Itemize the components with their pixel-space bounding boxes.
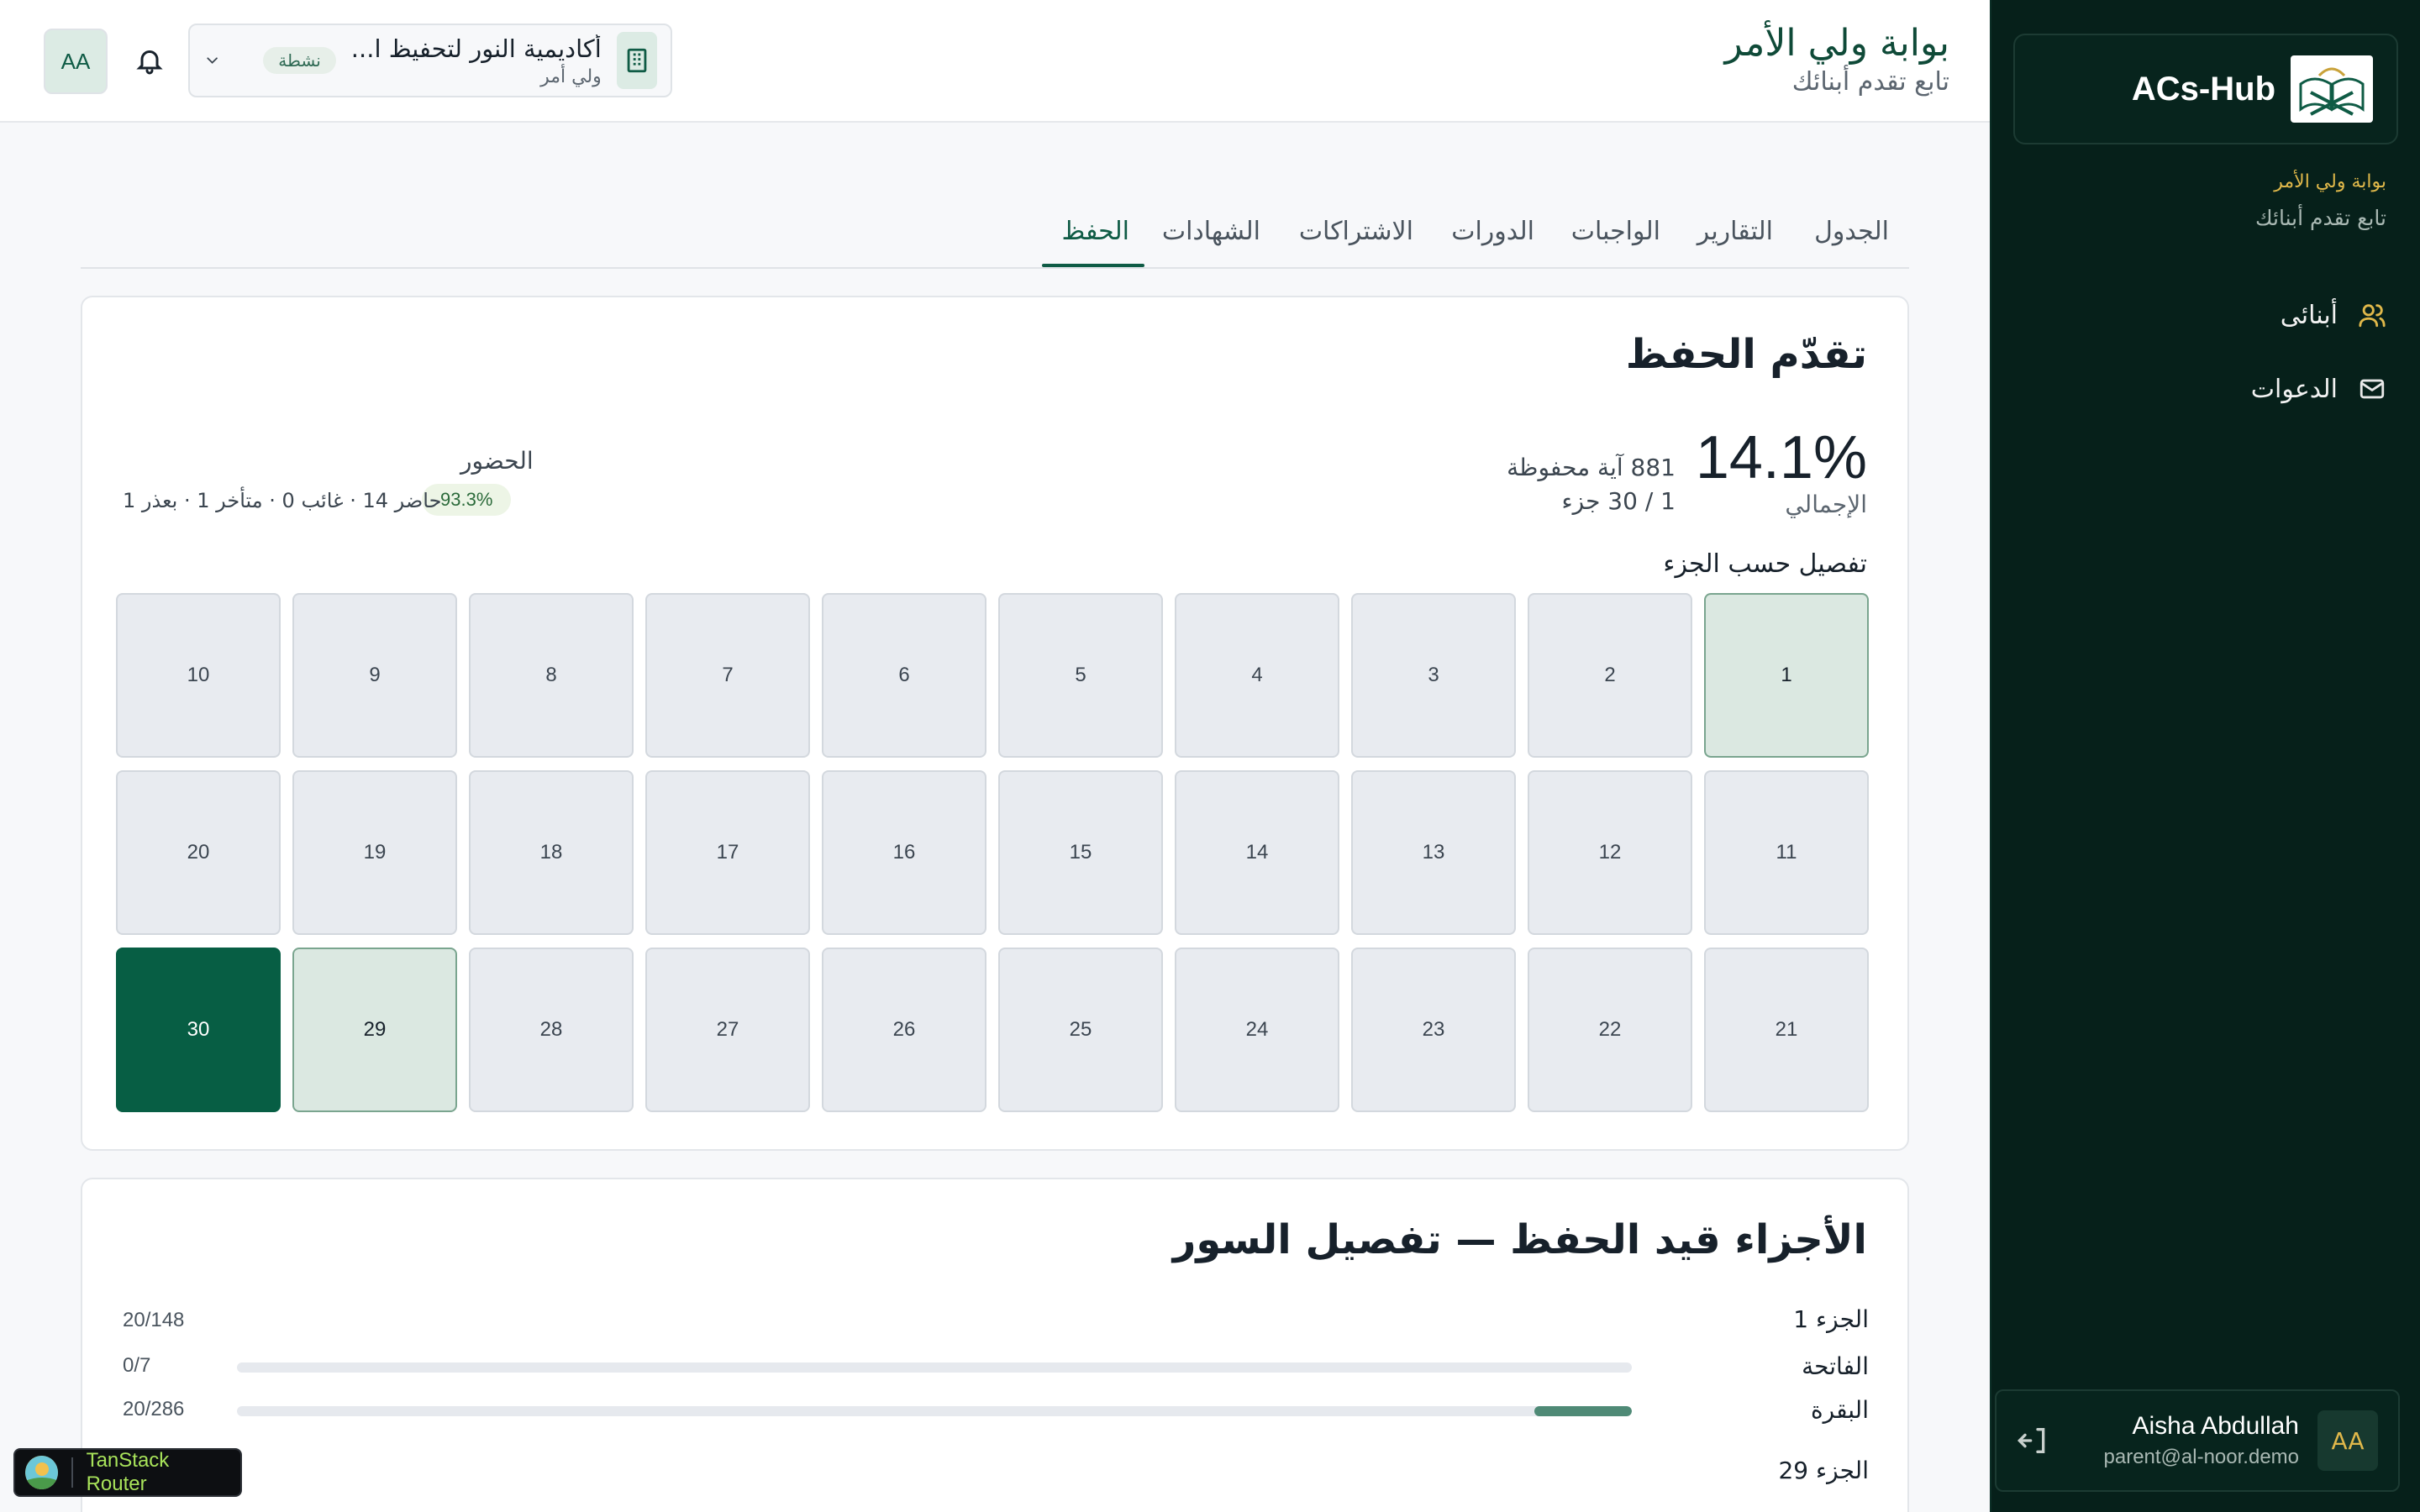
card-title: تقدّم الحفظ (1625, 331, 1867, 378)
juz-cell-1[interactable]: 1 (1704, 593, 1869, 758)
juz-cell-25[interactable]: 25 (998, 948, 1163, 1112)
juz-grid: 1 2 3 4 5 6 7 8 9 10 11 12 13 14 15 16 17 18 19 20 21 22 23 24 2… (116, 593, 1869, 1112)
logout-icon[interactable] (2017, 1424, 2050, 1457)
surah-details-card: الأجزاء قيد الحفظ — تفصيل السور الجزء 1 … (81, 1178, 1909, 1512)
sidebar: ACs-Hub بوابة ولي الأمر تابع تقدم أبنائك… (1990, 0, 2420, 1512)
sidebar-item-label: أبنائى (2280, 300, 2338, 330)
sidebar-nav: أبنائى الدعوات (2033, 294, 2386, 442)
juz-cell-12[interactable]: 12 (1528, 770, 1692, 935)
avatar: AA (2317, 1410, 2378, 1471)
user-email: parent@al-noor.demo (2103, 1446, 2300, 1468)
juz-cell-7[interactable]: 7 (645, 593, 810, 758)
surah-name: البقرة (1810, 1396, 1869, 1424)
divider (71, 1457, 73, 1488)
status-badge: نشطة (263, 47, 336, 74)
overall-percent: 14.1% (1695, 424, 1867, 491)
juz-cell-18[interactable]: 18 (469, 770, 634, 935)
sidebar-item-label: الدعوات (2250, 374, 2338, 404)
juz-cell-3[interactable]: 3 (1351, 593, 1516, 758)
juz-cell-30[interactable]: 30 (116, 948, 281, 1112)
juz-cell-19[interactable]: 19 (292, 770, 457, 935)
breakdown-title: تفصيل حسب الجزء (1663, 549, 1867, 579)
sidebar-item-invitations[interactable]: الدعوات (2033, 368, 2386, 410)
juz-cell-6[interactable]: 6 (822, 593, 986, 758)
surah-progress-bar (237, 1406, 1632, 1416)
juz-summary: 1 / 30 جزء (1561, 487, 1676, 515)
sidebar-portal-title: بوابة ولي الأمر (2274, 171, 2386, 192)
juz-cell-9[interactable]: 9 (292, 593, 457, 758)
tab-reports[interactable]: التقارير (1697, 217, 1773, 246)
juz-cell-14[interactable]: 14 (1175, 770, 1339, 935)
page-subtitle: تابع تقدم أبنائك (1791, 67, 1949, 97)
organization-name: أكاديمية النور لتحفيظ ا... (350, 34, 602, 63)
juz-cell-16[interactable]: 16 (822, 770, 986, 935)
overall-label: الإجمالي (1785, 491, 1867, 518)
active-tab-indicator (1042, 264, 1144, 267)
card-title: الأجزاء قيد الحفظ — تفصيل السور (1172, 1216, 1867, 1263)
surah-count: 20/286 (123, 1398, 185, 1420)
organization-info: أكاديمية النور لتحفيظ ا... ولي أمر (351, 34, 602, 87)
juz-cell-2[interactable]: 2 (1528, 593, 1692, 758)
juz-cell-10[interactable]: 10 (116, 593, 281, 758)
page-title: بوابة ولي الأمر (1724, 22, 1949, 65)
juz-cell-29[interactable]: 29 (292, 948, 457, 1112)
juz-group-label: الجزء 29 (1778, 1457, 1869, 1484)
juz-cell-13[interactable]: 13 (1351, 770, 1516, 935)
brand-card[interactable]: ACs-Hub (2013, 34, 2398, 144)
memorization-progress-card: تقدّم الحفظ 14.1% الإجمالي 881 آية محفوظ… (81, 296, 1909, 1151)
juz-cell-5[interactable]: 5 (998, 593, 1163, 758)
top-header: بوابة ولي الأمر تابع تقدم أبنائك أكاديمي… (0, 0, 1990, 123)
tab-bar: الجدول التقارير الواجبات الدورات الاشترا… (81, 202, 1909, 269)
attendance-title: الحضور (460, 447, 534, 475)
juz-cell-22[interactable]: 22 (1528, 948, 1692, 1112)
organization-role: ولي أمر (540, 66, 602, 87)
user-info: Aisha Abdullah parent@al-noor.demo (2069, 1412, 2300, 1469)
juz-group-count: 20/148 (123, 1309, 185, 1331)
organization-switcher[interactable]: أكاديمية النور لتحفيظ ا... ولي أمر نشطة (188, 24, 672, 97)
user-name: Aisha Abdullah (2132, 1412, 2300, 1440)
quran-logo-icon (2291, 55, 2373, 123)
juz-cell-4[interactable]: 4 (1175, 593, 1339, 758)
surah-progress-bar (237, 1362, 1632, 1373)
chevron-down-icon (207, 57, 218, 64)
juz-cell-27[interactable]: 27 (645, 948, 810, 1112)
tanstack-label: TanStack Router (86, 1449, 170, 1495)
juz-cell-20[interactable]: 20 (116, 770, 281, 935)
juz-cell-24[interactable]: 24 (1175, 948, 1339, 1112)
juz-cell-15[interactable]: 15 (998, 770, 1163, 935)
building-icon (616, 32, 657, 89)
tanstack-logo-icon (25, 1456, 58, 1489)
tab-courses[interactable]: الدورات (1451, 217, 1534, 246)
juz-cell-28[interactable]: 28 (469, 948, 634, 1112)
surah-progress-fill (1534, 1406, 1632, 1416)
sidebar-portal-subtitle: تابع تقدم أبنائك (2254, 206, 2386, 230)
tab-certificates[interactable]: الشهادات (1162, 217, 1260, 246)
brand-name: ACs-Hub (2131, 70, 2275, 108)
tab-memorization[interactable]: الحفظ (1062, 217, 1130, 246)
mail-icon (2360, 379, 2385, 399)
attendance-detail: حاضر 14 · غائب 0 · متأخر 1 · بعذر 1 (123, 489, 442, 512)
surah-name: الفاتحة (1802, 1352, 1869, 1380)
juz-cell-23[interactable]: 23 (1351, 948, 1516, 1112)
juz-cell-21[interactable]: 21 (1704, 948, 1869, 1112)
avatar[interactable]: AA (44, 29, 108, 94)
juz-cell-17[interactable]: 17 (645, 770, 810, 935)
user-card[interactable]: AA Aisha Abdullah parent@al-noor.demo (1995, 1389, 2400, 1492)
tanstack-devtools-button[interactable]: TanStack Router (13, 1448, 242, 1497)
juz-cell-11[interactable]: 11 (1704, 770, 1869, 935)
tab-schedule[interactable]: الجدول (1814, 217, 1889, 246)
juz-cell-26[interactable]: 26 (822, 948, 986, 1112)
surah-count: 0/7 (123, 1354, 151, 1377)
tab-subscriptions[interactable]: الاشتراكات (1299, 217, 1413, 246)
users-icon (2359, 304, 2386, 328)
juz-cell-8[interactable]: 8 (469, 593, 634, 758)
tab-homework[interactable]: الواجبات (1571, 217, 1660, 246)
bell-icon[interactable] (134, 45, 165, 76)
ayat-memorized: 881 آية محفوظة (1507, 454, 1676, 481)
juz-group-label: الجزء 1 (1793, 1305, 1869, 1333)
sidebar-item-children[interactable]: أبنائى (2033, 294, 2386, 336)
